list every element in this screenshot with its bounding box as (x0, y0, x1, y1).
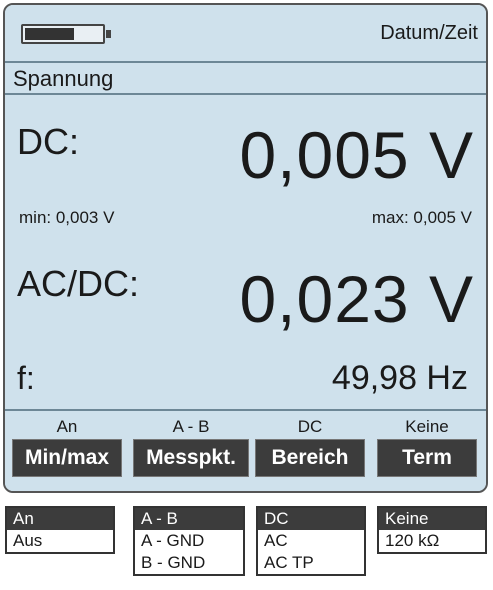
menu-item[interactable]: A - B (135, 508, 243, 530)
softkey-messpkt[interactable]: A - B Messpkt. (133, 411, 249, 477)
battery-fill (25, 28, 75, 40)
status-bar: Datum/Zeit (5, 5, 486, 59)
term-menu: Keine 120 kΩ (377, 506, 487, 554)
battery-icon (21, 24, 111, 44)
bereich-button[interactable]: Bereich (255, 439, 365, 477)
softkey-term-state: Keine (405, 417, 449, 436)
acdc-label: AC/DC: (17, 263, 140, 304)
menu-item[interactable]: AC TP (258, 552, 364, 574)
softkey-bereich[interactable]: DC Bereich (255, 411, 365, 477)
softkey-minmax[interactable]: An Min/max (12, 411, 122, 477)
readings-panel: DC: 0,005 V min: 0,003 V max: 0,005 V AC… (5, 95, 486, 405)
minmax-button[interactable]: Min/max (12, 439, 122, 477)
battery-tip (106, 30, 111, 38)
menu-item[interactable]: Keine (379, 508, 485, 530)
mode-title: Spannung (13, 66, 114, 91)
messpkt-menu: A - B A - GND B - GND (133, 506, 245, 576)
softkey-bereich-state: DC (297, 417, 323, 436)
menu-item[interactable]: Aus (7, 530, 113, 552)
softkey-bar: An Min/max A - B Messpkt. DC Bereich Kei… (5, 409, 486, 491)
datetime-label[interactable]: Datum/Zeit (380, 22, 478, 45)
term-button[interactable]: Term (377, 439, 477, 477)
softkey-messpkt-state: A - B (172, 417, 210, 436)
dc-label: DC: (17, 121, 79, 162)
menu-item[interactable]: DC (258, 508, 364, 530)
messpkt-button[interactable]: Messpkt. (133, 439, 249, 477)
dc-value: 0,005 V (239, 118, 474, 192)
acdc-value: 0,023 V (239, 262, 474, 336)
max-value: max: 0,005 V (371, 208, 472, 227)
bereich-menu: DC AC AC TP (256, 506, 366, 576)
menu-item[interactable]: A - GND (135, 530, 243, 552)
menu-item[interactable]: AC (258, 530, 364, 552)
softkey-term[interactable]: Keine Term (377, 411, 477, 477)
min-value: min: 0,003 V (19, 208, 115, 227)
minmax-menu: An Aus (5, 506, 115, 554)
menu-item[interactable]: 120 kΩ (379, 530, 485, 552)
frequency-label: f: (17, 360, 35, 396)
frequency-value: 49,98 Hz (331, 359, 468, 397)
menu-item[interactable]: An (7, 508, 113, 530)
menu-item[interactable]: B - GND (135, 552, 243, 574)
softkey-minmax-state: An (56, 417, 78, 436)
mode-title-bar: Spannung (5, 61, 486, 95)
meter-display: Datum/Zeit Spannung DC: 0,005 V min: 0,0… (3, 3, 488, 493)
